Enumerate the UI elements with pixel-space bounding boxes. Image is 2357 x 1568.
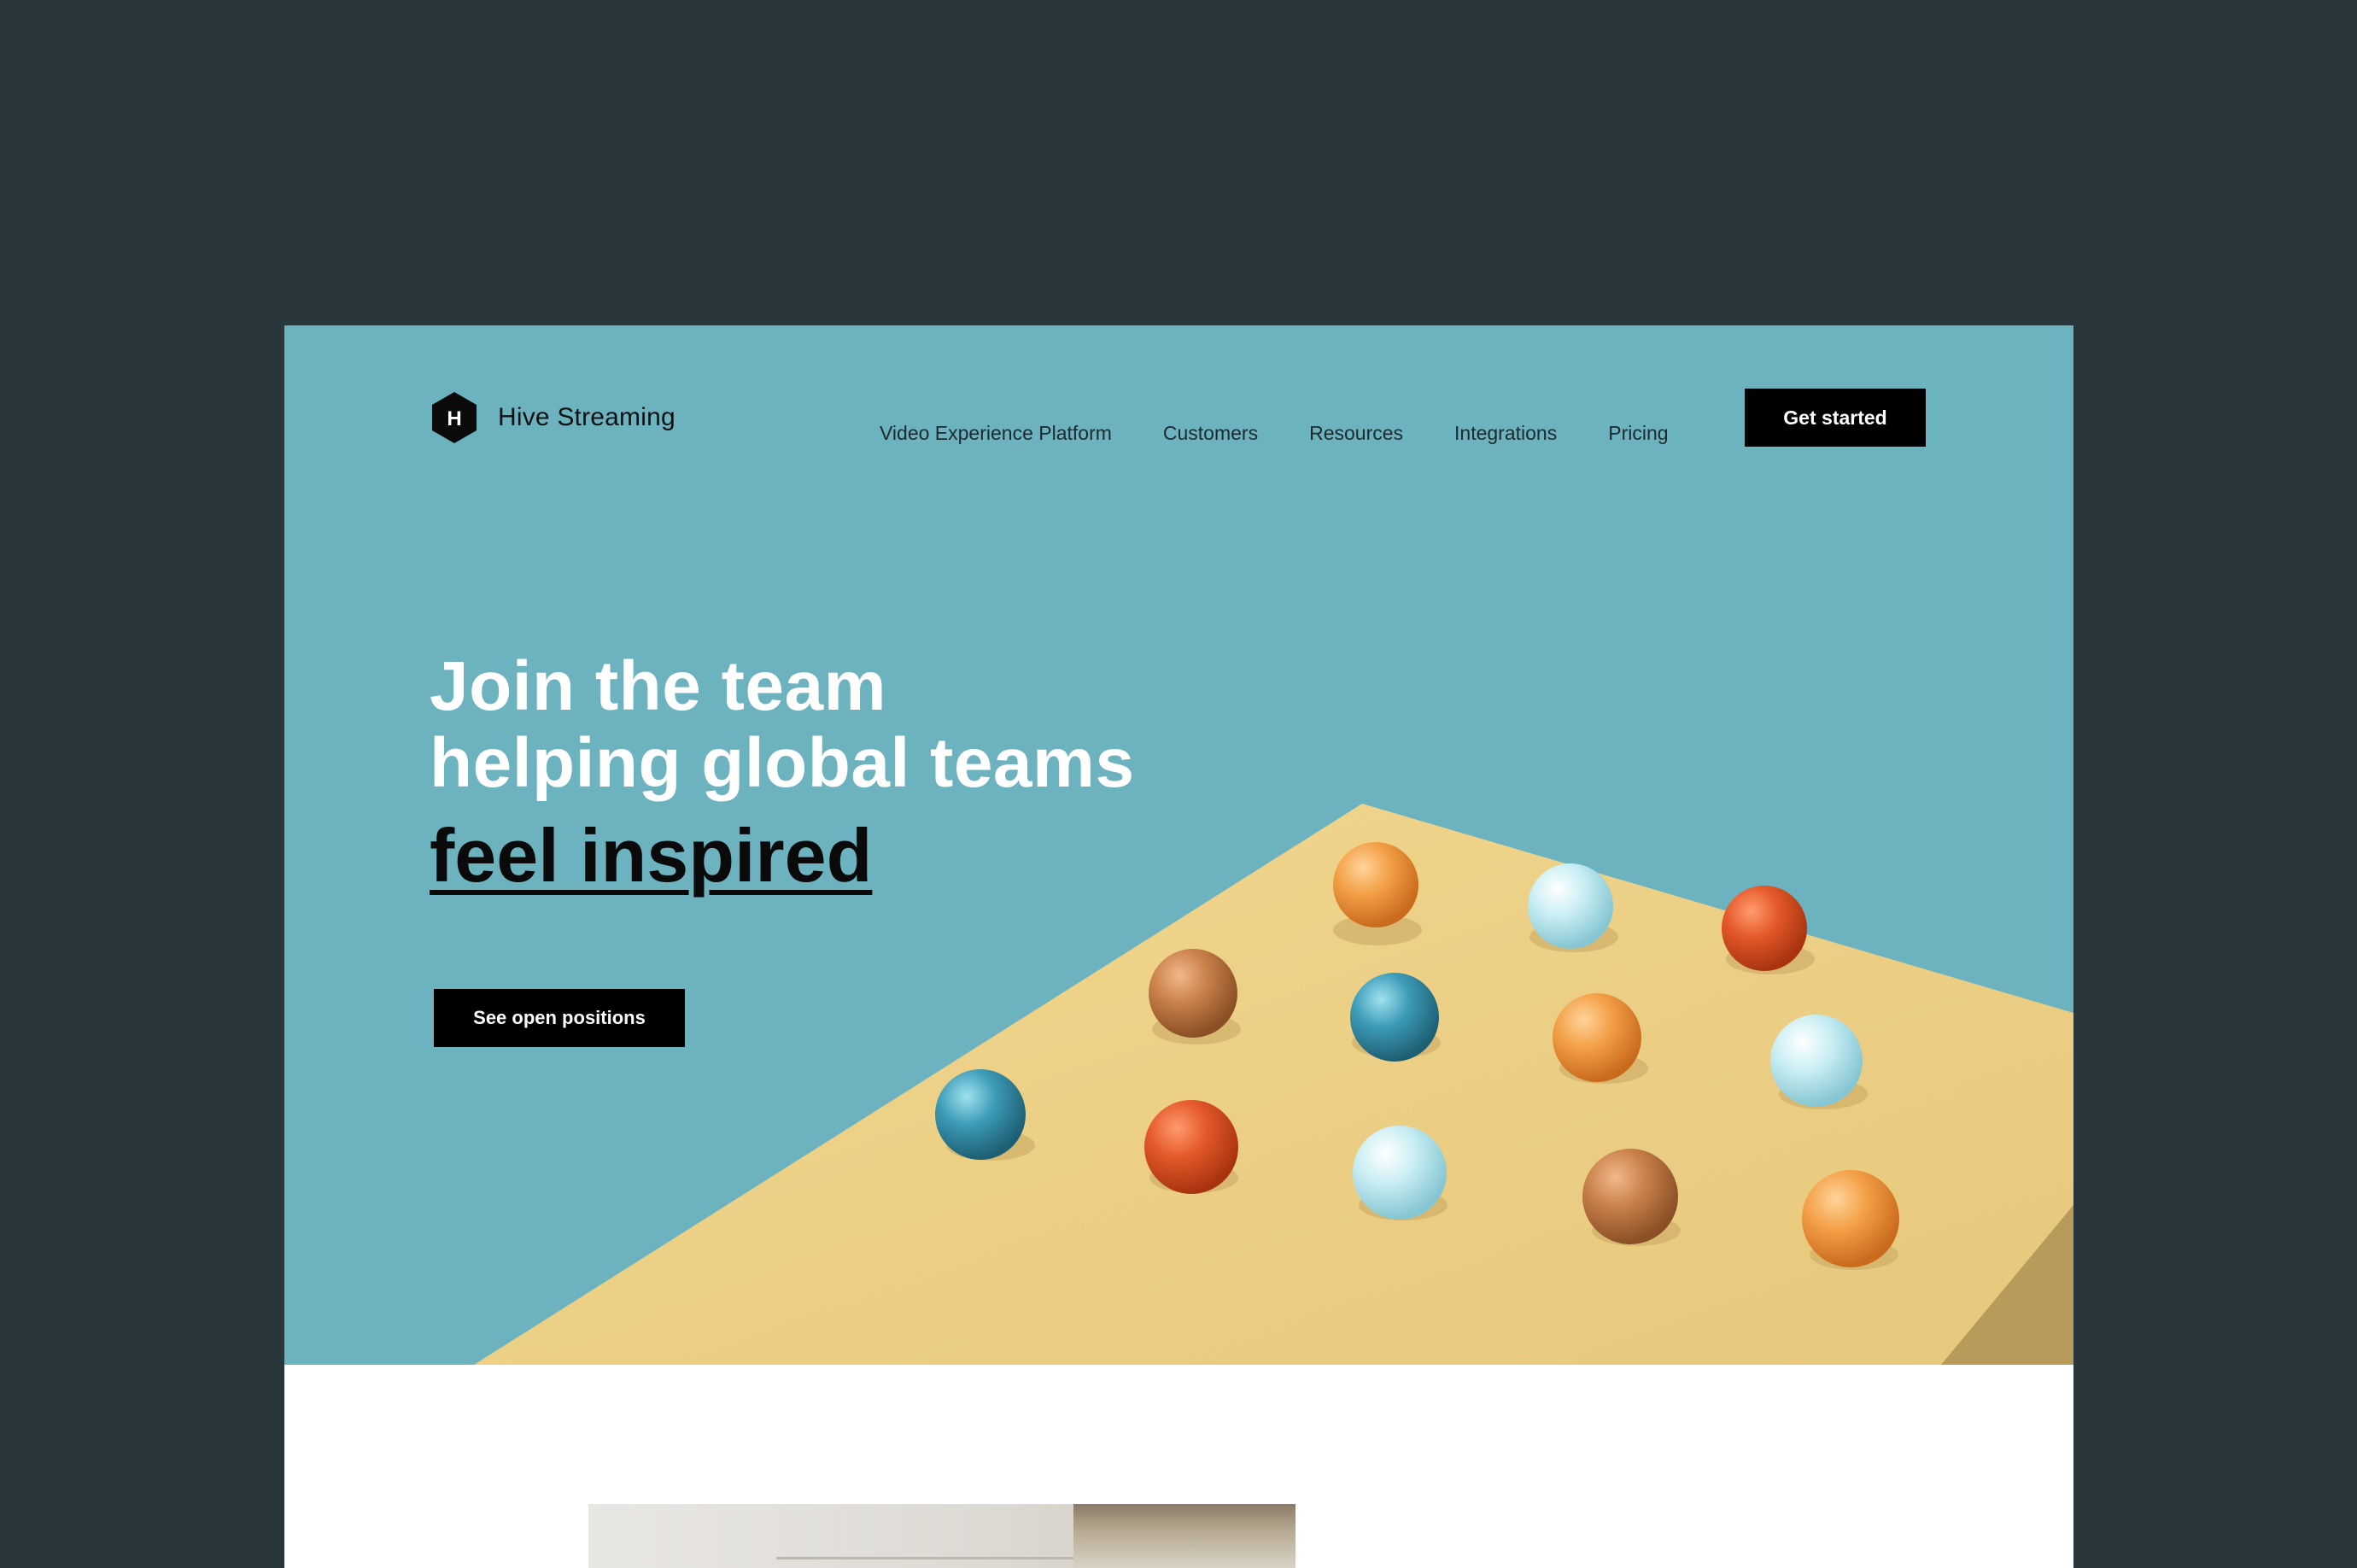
ball xyxy=(1144,1100,1238,1194)
photo-detail xyxy=(1073,1504,1295,1568)
ball xyxy=(1582,1149,1678,1244)
nav-link-integrations[interactable]: Integrations xyxy=(1454,422,1557,445)
nav-link-video-experience-platform[interactable]: Video Experience Platform xyxy=(880,422,1112,445)
website-page: H Hive Streaming Video Experience Platfo… xyxy=(284,325,2073,1568)
see-open-positions-button[interactable]: See open positions xyxy=(434,989,685,1047)
nav-links: Video Experience Platform Customers Reso… xyxy=(880,416,1669,450)
hero-section: H Hive Streaming Video Experience Platfo… xyxy=(284,325,2073,1365)
ball xyxy=(1353,1126,1447,1220)
brand-name: Hive Streaming xyxy=(498,403,676,431)
hero-headline-line-2: helping global teams xyxy=(430,724,1135,802)
ball xyxy=(1722,886,1807,971)
ball xyxy=(1350,973,1439,1062)
brand-logo-link[interactable]: H Hive Streaming xyxy=(430,390,676,445)
ball xyxy=(1333,842,1418,927)
ball xyxy=(1149,949,1237,1038)
hero-headline-accent: feel inspired xyxy=(430,813,873,898)
ball xyxy=(1802,1170,1899,1267)
ball xyxy=(1553,993,1641,1082)
nav-link-resources[interactable]: Resources xyxy=(1309,422,1403,445)
svg-text:H: H xyxy=(447,407,461,430)
nav-link-customers[interactable]: Customers xyxy=(1163,422,1258,445)
nav-link-pricing[interactable]: Pricing xyxy=(1608,422,1668,445)
ball xyxy=(1770,1015,1863,1107)
get-started-button[interactable]: Get started xyxy=(1745,389,1926,447)
top-navigation: H Hive Streaming Video Experience Platfo… xyxy=(284,325,2073,462)
hero-headline-line-1: Join the team xyxy=(430,647,887,725)
ball xyxy=(1528,863,1613,949)
ball xyxy=(935,1069,1026,1160)
hexagon-h-icon: H xyxy=(432,392,477,443)
hero-headline: Join the team helping global teams xyxy=(430,648,1135,802)
office-photo xyxy=(588,1504,1295,1568)
